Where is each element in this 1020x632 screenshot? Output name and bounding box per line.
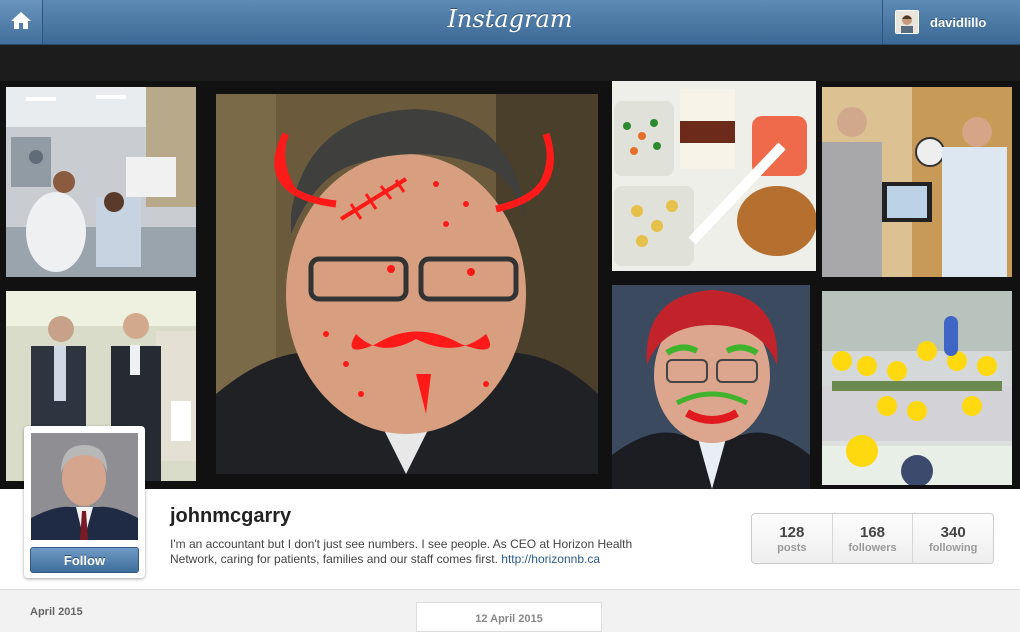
- stat-followers-label: followers: [848, 541, 897, 554]
- current-user-menu[interactable]: davidlillo: [882, 0, 1020, 44]
- home-icon: [10, 10, 32, 35]
- profile-stats: 128 posts 168 followers 340 following: [751, 513, 994, 564]
- stat-following-count: 340: [940, 523, 966, 541]
- stat-posts-label: posts: [777, 541, 807, 554]
- timeline-date-header: 12 April 2015: [416, 602, 602, 632]
- follow-button[interactable]: Follow: [30, 547, 139, 573]
- stat-posts[interactable]: 128 posts: [752, 514, 833, 563]
- home-button[interactable]: [0, 0, 43, 44]
- current-user-avatar: [895, 10, 919, 34]
- profile-avatar-card: Follow: [24, 426, 145, 578]
- grid-photo-doctors-xray[interactable]: [822, 87, 1012, 277]
- photo-grid: [0, 81, 1020, 489]
- grid-photo-hospital-ward[interactable]: [6, 87, 196, 277]
- profile-username: johnmcgarry: [170, 505, 292, 527]
- grid-photo-cartoon-waiting-room[interactable]: [822, 291, 1012, 485]
- grid-photo-clown-portrait[interactable]: [612, 285, 810, 489]
- grid-photo-devil-portrait[interactable]: [216, 94, 598, 474]
- stat-following[interactable]: 340 following: [913, 514, 993, 563]
- profile-bio: I'm an accountant but I don't just see n…: [170, 537, 650, 567]
- current-username: davidlillo: [930, 14, 987, 30]
- header-shadow-bar: [0, 45, 1020, 81]
- stat-followers[interactable]: 168 followers: [833, 514, 914, 563]
- profile-website-link[interactable]: http://horizonnb.ca: [501, 552, 600, 566]
- stat-followers-count: 168: [859, 523, 886, 541]
- instagram-logo[interactable]: Instagram: [0, 5, 1020, 33]
- stat-following-label: following: [929, 541, 978, 554]
- profile-avatar[interactable]: [31, 433, 138, 540]
- top-navigation-bar: Instagram davidlillo: [0, 0, 1020, 45]
- stat-posts-count: 128: [779, 523, 805, 541]
- timeline-month-label: April 2015: [30, 606, 83, 618]
- grid-photo-food-tray[interactable]: [612, 81, 816, 271]
